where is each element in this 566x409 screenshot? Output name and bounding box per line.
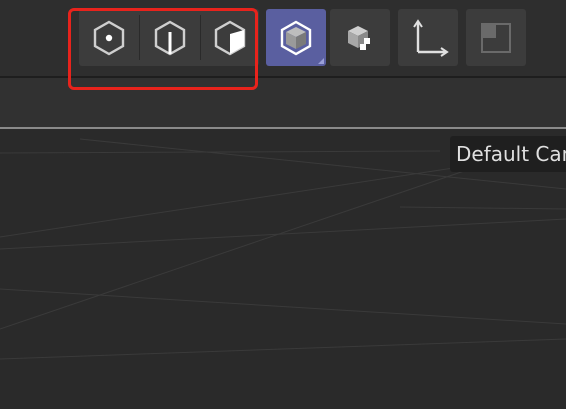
model-mode-button[interactable] <box>266 9 326 66</box>
texture-mode-button[interactable] <box>330 9 390 66</box>
camera-label-tooltip: Default Camera <box>450 136 566 172</box>
polygon-mode-button[interactable] <box>200 9 260 66</box>
top-toolbar <box>0 0 566 76</box>
workplane-mode-button[interactable] <box>466 9 526 66</box>
square-workplane-icon <box>481 22 511 53</box>
cube-texture-icon <box>348 25 372 50</box>
hexagon-edge-icon <box>154 20 186 55</box>
viewport-header-bar <box>0 78 566 127</box>
axis-mode-button[interactable] <box>398 9 458 66</box>
point-mode-button[interactable] <box>79 9 139 66</box>
hexagon-point-icon <box>93 20 125 55</box>
axis-corner-icon <box>413 18 449 57</box>
hexagon-face-icon <box>214 20 246 55</box>
cube-model-icon <box>280 20 312 55</box>
edge-mode-button[interactable] <box>140 9 200 66</box>
